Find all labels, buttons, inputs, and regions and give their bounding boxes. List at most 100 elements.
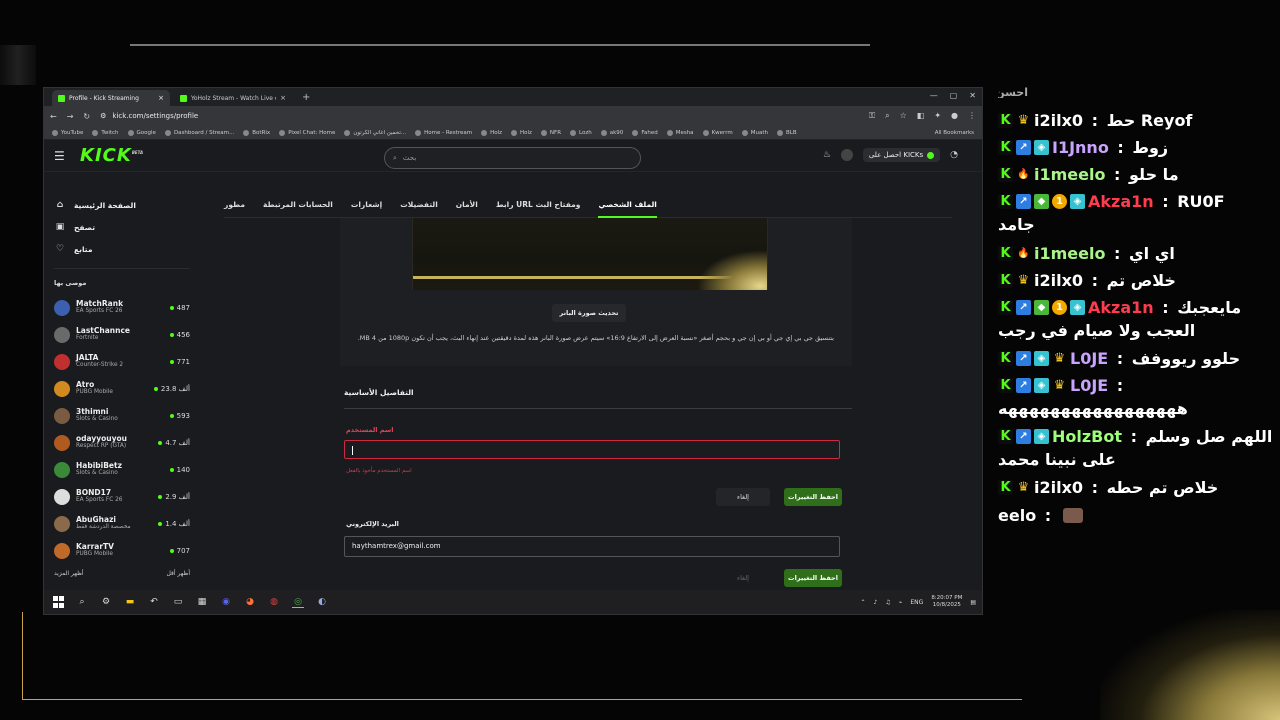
bookmark-item[interactable]: ak90 <box>600 129 623 136</box>
discord-icon[interactable]: ◉ <box>220 596 232 608</box>
settings-gear-icon[interactable]: ⚙ <box>100 596 112 608</box>
channel-item[interactable]: KarrarTV PUBG Mobile 707 <box>54 537 190 564</box>
browser-tab-stream[interactable]: YoHolz Stream - Watch Live on × <box>174 90 292 106</box>
close-tab-icon[interactable]: × <box>158 94 164 102</box>
chevron-up-icon[interactable]: ⌃ <box>860 599 865 606</box>
profile-avatar-icon[interactable]: ● <box>951 111 958 121</box>
hamburger-menu-icon[interactable]: ☰ <box>54 149 72 163</box>
url-field[interactable]: ⚙ kick.com/settings/profile <box>100 112 859 120</box>
site-info-icon[interactable]: ⚙ <box>100 112 106 120</box>
chat-username[interactable]: L0JE <box>1070 372 1108 399</box>
avatar[interactable] <box>840 149 853 161</box>
show-less-link[interactable]: أظهر أقل <box>166 570 190 577</box>
search-input[interactable]: ⌕ بحث <box>384 147 641 169</box>
channel-item[interactable]: Atro PUBG Mobile 23.8 ألف <box>54 375 190 402</box>
close-tab-icon[interactable]: × <box>280 94 286 102</box>
bookmark-item[interactable]: Pixel Chat: Home <box>279 129 335 136</box>
chat-username[interactable]: HolzBot <box>1052 423 1122 450</box>
chat-username[interactable]: eelo <box>998 502 1036 529</box>
channel-item[interactable]: AbuGhazi مخصصة الدردشة فقط 1.4 ألف <box>54 510 190 537</box>
steam-icon[interactable]: ◐ <box>316 596 328 608</box>
chat-username[interactable]: L0JE <box>1070 345 1108 372</box>
app-icon[interactable]: ▦ <box>196 596 208 608</box>
key-icon[interactable]: ⚿ <box>869 111 875 121</box>
cancel-button[interactable]: إلغاء <box>716 488 770 506</box>
chat-username[interactable]: i2ilx0 <box>1034 267 1083 294</box>
speaker-icon[interactable]: ♪ <box>874 599 878 606</box>
bookmark-star-icon[interactable]: ☆ <box>900 111 907 121</box>
username-field[interactable] <box>344 440 840 459</box>
settings-tab[interactable]: الملف الشخصي <box>598 192 657 218</box>
channel-item[interactable]: JALTA Counter-Strike 2 771 <box>54 348 190 375</box>
settings-tab[interactable]: الأمان <box>456 192 478 218</box>
reload-icon[interactable]: ↻ <box>83 112 90 121</box>
channel-item[interactable]: BOND17 EA Sports FC 26 2.9 ألف <box>54 483 190 510</box>
bookmark-item[interactable]: Home - Restream <box>415 129 472 136</box>
channel-item[interactable]: 3thimni Slots & Casino 593 <box>54 402 190 429</box>
bookmark-item[interactable]: Fahed <box>632 129 658 136</box>
zoom-icon[interactable]: ⌕ <box>885 111 889 121</box>
network-icon[interactable]: ⌁ <box>899 599 903 606</box>
clock[interactable]: 8:20:07 PM 10/8/2025 <box>931 595 962 608</box>
bookmark-item[interactable]: Lozh <box>570 129 592 136</box>
browser-menu-icon[interactable]: ⋮ <box>968 111 976 121</box>
forward-icon[interactable]: → <box>67 112 74 121</box>
settings-tab[interactable]: مطور <box>224 192 245 218</box>
notifications-icon[interactable]: ◔ <box>950 150 958 160</box>
chat-username[interactable]: i1meelo <box>1034 161 1105 188</box>
new-tab-button[interactable]: + <box>296 90 316 106</box>
kick-logo[interactable]: KICKBETA <box>80 145 143 166</box>
chat-username[interactable]: i2ilx0 <box>1034 107 1083 134</box>
language-indicator[interactable]: ENG <box>910 599 923 606</box>
sidebar-nav-item[interactable]: ▣ تصفح <box>54 222 190 232</box>
bookmark-item[interactable]: BLB <box>777 129 797 136</box>
app-icon[interactable]: ▭ <box>172 596 184 608</box>
chat-username[interactable]: Akza1n <box>1088 294 1154 321</box>
chat-username[interactable]: Akza1n <box>1088 188 1154 215</box>
sidebar-nav-item[interactable]: ⌂ الصفحة الرئيسية <box>54 200 190 210</box>
settings-tab[interactable]: إشعارات <box>351 192 382 218</box>
settings-tab[interactable]: رابط URL ومفتاح البث <box>496 192 581 218</box>
maximize-icon[interactable]: ▢ <box>950 91 958 100</box>
windows-start-icon[interactable] <box>52 596 64 608</box>
cancel-button[interactable]: إلغاء <box>716 569 770 587</box>
extension-icon[interactable]: ◧ <box>917 111 925 121</box>
firefox-icon[interactable]: ◕ <box>244 596 256 608</box>
bookmark-item[interactable]: Mesha <box>666 129 694 136</box>
chat-username[interactable]: I1Jnno <box>1052 134 1109 161</box>
bookmark-item[interactable]: تخمين اغاني الكرتون... <box>344 129 406 136</box>
chat-username[interactable]: i2ilx0 <box>1034 474 1083 501</box>
settings-tab[interactable]: الحسابات المرتبطة <box>263 192 333 218</box>
file-explorer-icon[interactable]: ▬ <box>124 596 136 608</box>
close-window-icon[interactable]: ✕ <box>969 91 976 100</box>
channel-item[interactable]: LastChannce Fortnite 456 <box>54 321 190 348</box>
all-bookmarks-button[interactable]: All Bookmarks <box>935 130 974 136</box>
obs-icon[interactable]: ◍ <box>268 596 280 608</box>
show-more-link[interactable]: أظهر المزيد <box>54 570 84 577</box>
email-field[interactable]: haythamtrex@gmail.com <box>344 536 840 557</box>
update-banner-button[interactable]: تحديث صورة البانر <box>552 304 626 322</box>
back-icon[interactable]: ← <box>50 112 57 121</box>
notification-center-icon[interactable]: ▤ <box>970 599 976 606</box>
app-icon[interactable]: ↶ <box>148 596 160 608</box>
bookmark-item[interactable]: Google <box>127 129 156 136</box>
settings-tab[interactable]: التفضيلات <box>400 192 438 218</box>
channel-item[interactable]: MatchRank EA Sports FC 26 487 <box>54 294 190 321</box>
bookmark-item[interactable]: Kwerrm <box>702 129 733 136</box>
bookmark-item[interactable]: Twitch <box>92 129 119 136</box>
minimize-icon[interactable]: — <box>930 91 938 100</box>
chat-username[interactable]: i1meelo <box>1034 240 1105 267</box>
chat-bubble-icon[interactable]: ♨ <box>823 150 831 160</box>
bookmark-item[interactable]: NFR <box>540 129 561 136</box>
bookmark-item[interactable]: Holz <box>481 129 502 136</box>
save-button[interactable]: احفظ التغييرات <box>784 569 842 587</box>
bookmark-item[interactable]: Muath <box>741 129 768 136</box>
browser-tab-profile[interactable]: Profile - Kick Streaming × <box>52 90 170 106</box>
search-icon[interactable]: ⌕ <box>76 596 88 608</box>
mic-icon[interactable]: ♫ <box>885 599 890 606</box>
extensions-puzzle-icon[interactable]: ✦ <box>934 111 941 121</box>
get-kicks-button[interactable]: احصل على KICKs <box>862 148 941 162</box>
chrome-icon[interactable]: ◎ <box>292 596 304 608</box>
channel-item[interactable]: odayyouyou Respect RP (GTA) 4.7 ألف <box>54 429 190 456</box>
bookmark-item[interactable]: BotRix <box>243 129 270 136</box>
